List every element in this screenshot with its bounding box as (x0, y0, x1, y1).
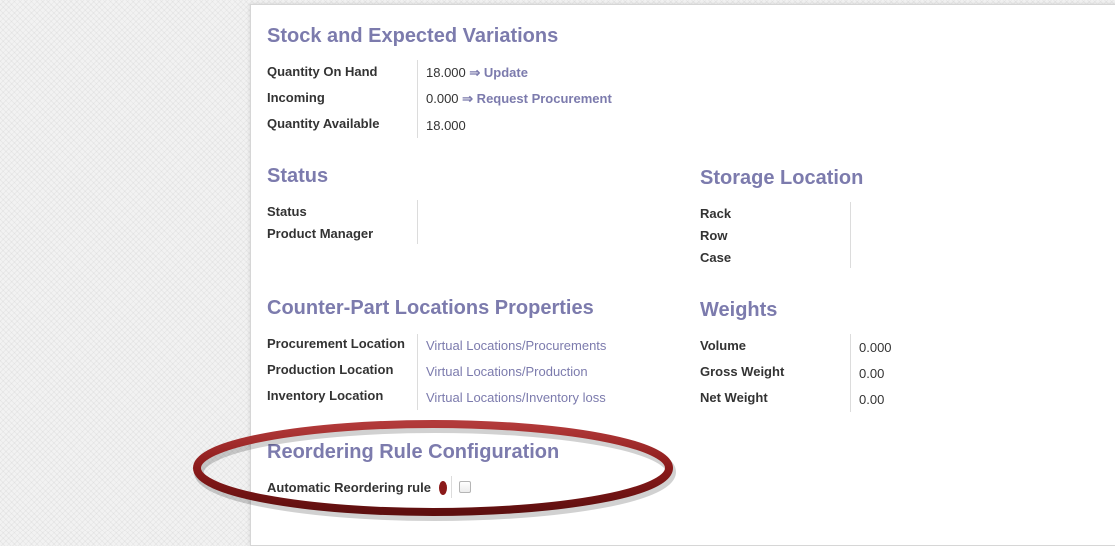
procurement-location-label: Procurement Location (267, 336, 405, 351)
incoming-number: 0.000 (426, 91, 459, 106)
row-label: Row (700, 228, 728, 243)
incoming-value: 0.000 ⇒ Request Procurement (426, 91, 612, 107)
field-divider (451, 476, 452, 498)
field-divider (850, 334, 851, 412)
quantity-on-hand-label: Quantity On Hand (267, 64, 378, 79)
case-label: Case (700, 250, 732, 265)
update-quantity-link[interactable]: ⇒ Update (469, 65, 528, 80)
status-section-title: Status (267, 165, 329, 187)
procurement-location-link[interactable]: Virtual Locations/Procurements (426, 338, 606, 353)
product-manager-label: Product Manager (267, 226, 374, 241)
gross-weight-label: Gross Weight (700, 364, 785, 379)
field-divider (417, 334, 418, 410)
storage-section-title: Storage Location (700, 167, 864, 189)
production-location-link[interactable]: Virtual Locations/Production (426, 364, 588, 379)
field-divider (850, 202, 851, 268)
status-label: Status (267, 204, 307, 219)
quantity-available-label: Quantity Available (267, 116, 380, 131)
quantity-on-hand-number: 18.000 (426, 65, 466, 80)
request-procurement-link[interactable]: ⇒ Request Procurement (462, 91, 612, 106)
net-weight-value: 0.00 (859, 392, 885, 407)
net-weight-label: Net Weight (700, 390, 768, 405)
reordering-section-title: Reordering Rule Configuration (267, 441, 560, 463)
gross-weight-value: 0.00 (859, 366, 885, 381)
inventory-location-label: Inventory Location (267, 388, 384, 403)
quantity-available-value: 18.000 (426, 118, 466, 133)
automatic-reordering-label: Automatic Reordering rule (267, 480, 431, 495)
product-form-sheet (250, 4, 1115, 546)
volume-value: 0.000 (859, 340, 892, 355)
weights-section-title: Weights (700, 299, 778, 321)
automatic-reordering-checkbox[interactable] (459, 481, 471, 493)
stock-section-title: Stock and Expected Variations (267, 25, 559, 47)
volume-label: Volume (700, 338, 746, 353)
field-divider (417, 60, 418, 138)
field-divider (417, 200, 418, 244)
quantity-on-hand-value: 18.000 ⇒ Update (426, 65, 528, 81)
counterpart-section-title: Counter-Part Locations Properties (267, 297, 594, 319)
rack-label: Rack (700, 206, 732, 221)
inventory-location-link[interactable]: Virtual Locations/Inventory loss (426, 390, 606, 405)
incoming-label: Incoming (267, 90, 325, 105)
production-location-label: Production Location (267, 362, 394, 377)
